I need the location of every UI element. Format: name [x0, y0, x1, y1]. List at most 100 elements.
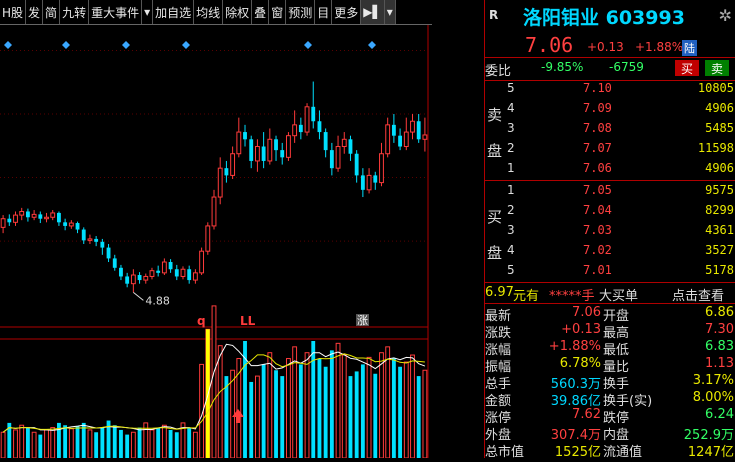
candle-body[interactable]: [354, 153, 359, 176]
candle-body[interactable]: [379, 153, 384, 184]
candle-body[interactable]: [156, 270, 161, 273]
big-order-row[interactable]: 6.97 元有 *****手 大买单 点击查看: [485, 285, 735, 304]
candle-body[interactable]: [205, 225, 211, 252]
candle-body[interactable]: [217, 167, 223, 198]
candle-body[interactable]: [243, 132, 247, 140]
toolbar-item-9[interactable]: 叠: [252, 0, 270, 24]
candle-body[interactable]: [19, 210, 25, 216]
candle-body[interactable]: [38, 214, 43, 219]
toolbar-item-14[interactable]: ▶▌: [361, 0, 385, 24]
bid-row[interactable]: 1 7.05 9575: [485, 183, 735, 202]
candle-body[interactable]: [174, 269, 179, 277]
candle-body[interactable]: [274, 139, 278, 151]
candle-body[interactable]: [292, 124, 298, 137]
candle-body[interactable]: [44, 216, 49, 220]
candle-body[interactable]: [75, 223, 80, 230]
candle-body[interactable]: [137, 275, 142, 281]
candle-body[interactable]: [143, 275, 149, 281]
candle-body[interactable]: [161, 261, 167, 274]
candle-body[interactable]: [286, 135, 291, 158]
candle-body[interactable]: [385, 124, 391, 155]
candle-body[interactable]: [398, 135, 403, 147]
candle-body[interactable]: [119, 267, 123, 277]
kline-chart[interactable]: 8.237.356.475.594.88qLL涨9649848249X100: [0, 25, 483, 459]
candle-body[interactable]: [348, 139, 353, 154]
candle-body[interactable]: [199, 250, 205, 274]
event-diamond-icon[interactable]: [62, 41, 70, 49]
ask-row[interactable]: 4 7.09 4906: [485, 101, 735, 120]
candle-body[interactable]: [25, 211, 30, 218]
ask-row[interactable]: 5 7.10 10805: [485, 81, 735, 100]
candle-body[interactable]: [341, 138, 347, 148]
candle-body[interactable]: [249, 139, 254, 161]
candle-body[interactable]: [311, 106, 316, 122]
candle-body[interactable]: [149, 270, 155, 277]
event-diamond-icon[interactable]: [182, 41, 190, 49]
candle-body[interactable]: [63, 222, 68, 226]
toolbar-item-12[interactable]: 目: [315, 0, 333, 24]
bid-row[interactable]: 3 7.03 4361: [485, 223, 735, 242]
buy-button[interactable]: 买: [675, 60, 699, 76]
event-diamond-icon[interactable]: [368, 41, 376, 49]
candle-body[interactable]: [57, 212, 61, 223]
toolbar-item-3[interactable]: 九转: [60, 0, 90, 24]
candle-body[interactable]: [280, 150, 285, 158]
toolbar-item-0[interactable]: H股: [0, 0, 27, 24]
candle-body[interactable]: [0, 218, 6, 228]
candle-body[interactable]: [50, 212, 56, 218]
candle-body[interactable]: [416, 121, 421, 140]
kline-svg[interactable]: 8.237.356.475.594.88qLL涨9649848249X100: [0, 25, 483, 459]
candle-body[interactable]: [230, 153, 236, 176]
candle-body[interactable]: [211, 196, 217, 227]
toolbar-item-7[interactable]: 均线: [194, 0, 224, 24]
event-diamond-icon[interactable]: [304, 41, 312, 49]
candle-body[interactable]: [100, 241, 105, 248]
ask-row[interactable]: 2 7.07 11598: [485, 141, 735, 160]
candle-body[interactable]: [267, 138, 273, 162]
candle-body[interactable]: [254, 146, 260, 162]
candle-body[interactable]: [125, 276, 130, 284]
candle-body[interactable]: [317, 121, 322, 133]
candle-body[interactable]: [360, 175, 365, 190]
ask-row[interactable]: 1 7.06 4906: [485, 161, 735, 180]
event-diamond-icon[interactable]: [4, 41, 12, 49]
toolbar-item-4[interactable]: 重大事件: [89, 0, 143, 24]
candle-body[interactable]: [323, 132, 328, 151]
toolbar-item-8[interactable]: 除权: [223, 0, 253, 24]
candle-body[interactable]: [13, 214, 18, 223]
candle-body[interactable]: [180, 268, 186, 277]
candle-body[interactable]: [130, 274, 136, 285]
candle-body[interactable]: [7, 218, 12, 223]
candle-body[interactable]: [366, 174, 372, 191]
toolbar-item-6[interactable]: 加自选: [153, 0, 195, 24]
big-order-view-link[interactable]: 点击查看: [672, 285, 724, 304]
bid-row[interactable]: 5 7.01 5178: [485, 263, 735, 282]
candle-body[interactable]: [422, 134, 428, 140]
candle-body[interactable]: [373, 175, 378, 183]
candle-body[interactable]: [87, 238, 93, 241]
candle-body[interactable]: [329, 150, 334, 169]
candle-body[interactable]: [168, 262, 173, 270]
candle-body[interactable]: [261, 146, 266, 161]
candle-body[interactable]: [410, 120, 415, 133]
toolbar-item-1[interactable]: 发: [26, 0, 44, 24]
candle-body[interactable]: [236, 131, 242, 155]
candle-body[interactable]: [187, 269, 192, 281]
candle-body[interactable]: [81, 229, 86, 241]
toolbar-item-5[interactable]: ▾: [142, 0, 154, 24]
toolbar-item-11[interactable]: 预测: [286, 0, 316, 24]
sell-button[interactable]: 卖: [705, 60, 729, 76]
stock-name-code[interactable]: 洛阳钼业 603993: [523, 3, 685, 30]
candle-body[interactable]: [403, 131, 409, 148]
toolbar-item-13[interactable]: 更多: [332, 0, 362, 24]
toolbar-item-10[interactable]: 窗: [269, 0, 287, 24]
candle-body[interactable]: [335, 146, 341, 169]
toolbar-item-15[interactable]: ▾: [384, 0, 396, 24]
candle-body[interactable]: [391, 124, 396, 136]
candle-body[interactable]: [298, 124, 303, 133]
candle-body[interactable]: [304, 106, 310, 133]
candle-body[interactable]: [94, 238, 99, 242]
ask-row[interactable]: 3 7.08 5485: [485, 121, 735, 140]
candle-body[interactable]: [68, 222, 74, 227]
candle-body[interactable]: [112, 258, 117, 268]
